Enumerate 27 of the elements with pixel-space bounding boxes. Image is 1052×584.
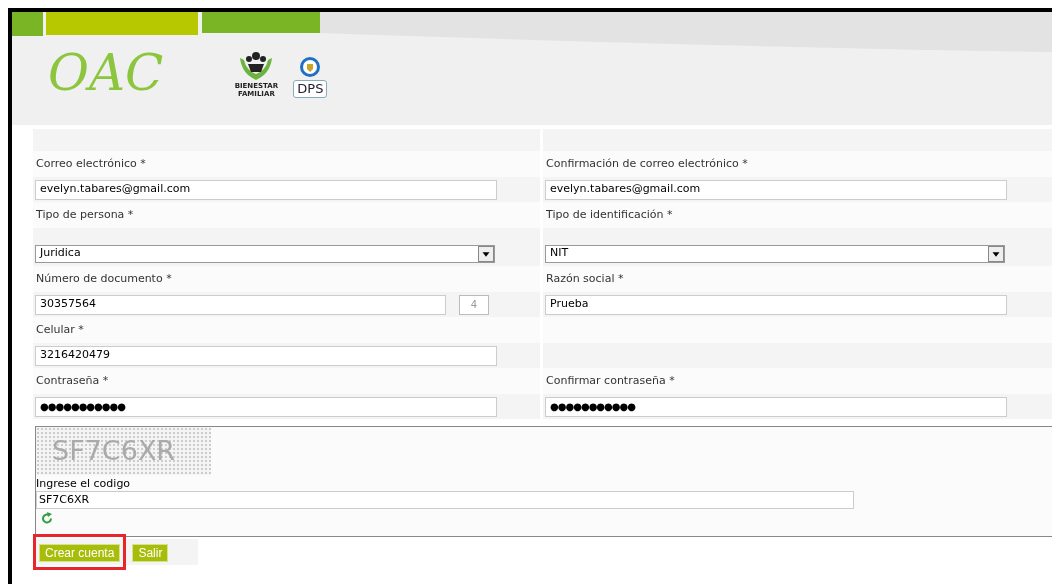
password-field[interactable]: ●●●●●●●●●●● [545,396,1007,417]
field-label: Tipo de identificación * [546,206,673,223]
field-label: Confirmación de correo electrónico * [546,155,748,172]
field-label: Confirmar contraseña * [546,372,675,389]
password-field[interactable]: ●●●●●●●●●●● [35,396,497,417]
field-label: Contraseña * [36,372,109,389]
input-field[interactable]: 30357564 [35,294,446,315]
input-field[interactable]: 3216420479 [35,345,497,366]
seal-icon [299,56,322,78]
field-label: Correo electrónico * [36,155,146,172]
captcha-input[interactable]: SF7C6XR [36,491,854,509]
field-label: Número de documento * [36,270,172,287]
select-field[interactable]: Juridica [35,244,495,263]
select-field[interactable]: NIT [545,244,1005,263]
refresh-icon[interactable] [41,512,53,525]
field-label: Tipo de persona * [36,206,134,223]
site-logo: OAC [48,48,164,98]
input-field[interactable]: Prueba [545,294,1007,315]
character-counter: 4 [459,294,489,315]
field-label: Celular * [36,321,84,338]
captcha-image: SF7C6XR [36,427,211,475]
agency-logo: DPS [293,80,328,98]
input-field[interactable]: evelyn.tabares@gmail.com [545,179,1007,200]
field-label: Razón social * [546,270,624,287]
input-field[interactable]: evelyn.tabares@gmail.com [35,179,497,200]
captcha-label: Ingrese el codigo [36,477,132,491]
hands-people-icon [238,50,275,82]
